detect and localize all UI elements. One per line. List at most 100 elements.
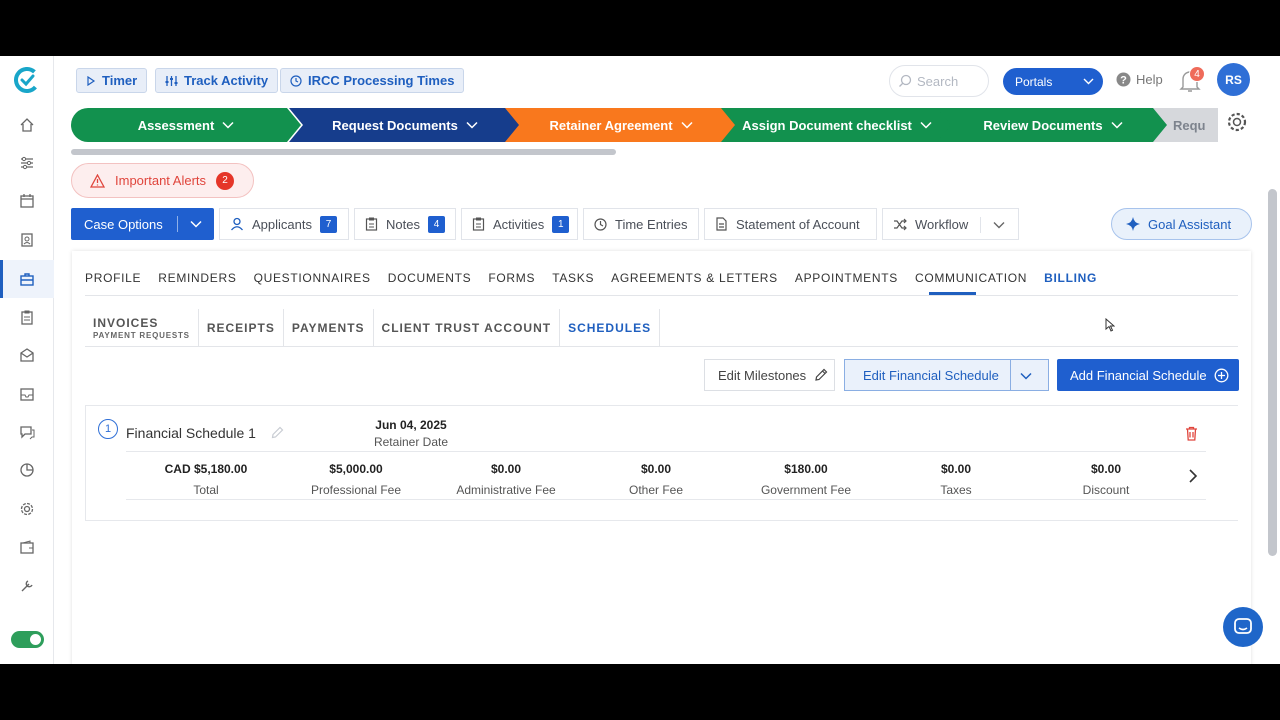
chat-icon[interactable] <box>17 422 37 442</box>
vertical-scrollbar[interactable] <box>1268 189 1277 556</box>
chevron-down-icon <box>681 121 693 129</box>
subtab-invoices[interactable]: INVOICES PAYMENT REQUESTS <box>85 309 199 346</box>
important-alerts-button[interactable]: Important Alerts 2 <box>71 163 254 198</box>
subtab-invoices-label: INVOICES <box>93 315 159 330</box>
stage-label: Request Documents <box>332 117 458 133</box>
notes-icon <box>365 217 378 231</box>
search-placeholder: Search <box>917 73 959 89</box>
divider <box>1010 360 1011 390</box>
applicants-button[interactable]: Applicants 7 <box>219 208 349 240</box>
tab-profile[interactable]: PROFILE <box>85 271 141 285</box>
add-financial-schedule-button[interactable]: Add Financial Schedule <box>1057 359 1239 391</box>
app-screen: Timer Track Activity IRCC Processing Tim… <box>0 56 1280 664</box>
calendar-icon[interactable] <box>17 191 37 211</box>
stage-retainer-agreement[interactable]: Retainer Agreement <box>505 108 737 142</box>
gear-icon[interactable] <box>1226 111 1248 133</box>
mode-toggle[interactable] <box>11 631 44 648</box>
edit-milestones-button[interactable]: Edit Milestones <box>704 359 835 391</box>
chevron-down-icon <box>190 220 202 228</box>
contacts-icon[interactable] <box>17 230 37 250</box>
home-icon[interactable] <box>17 115 37 135</box>
wallet-icon[interactable] <box>17 537 37 557</box>
stage-label: Assign Document checklist <box>742 117 912 133</box>
fee-label: Total <box>193 483 219 497</box>
stage-assessment[interactable]: Assessment <box>71 108 301 142</box>
financial-schedule-card: 1 Financial Schedule 1 Jun 04, 2025 Reta… <box>85 405 1238 521</box>
stage-label: Requ <box>1173 117 1206 133</box>
chevron-right-icon[interactable] <box>1187 468 1199 484</box>
activities-icon <box>472 217 485 231</box>
trash-icon[interactable] <box>1185 426 1198 441</box>
clipboard-icon[interactable] <box>17 307 37 327</box>
alerts-label: Important Alerts <box>115 173 207 188</box>
pencil-icon[interactable] <box>271 426 284 439</box>
edit-financial-schedule-button[interactable]: Edit Financial Schedule <box>844 359 1049 391</box>
divider <box>126 451 1206 452</box>
chat-launcher-button[interactable] <box>1223 607 1263 647</box>
tab-appointments[interactable]: APPOINTMENTS <box>795 271 898 285</box>
stage-review-documents[interactable]: Review Documents <box>937 108 1169 142</box>
clock-icon <box>594 217 607 231</box>
stage-assign-document-checklist[interactable]: Assign Document checklist <box>721 108 953 142</box>
tab-reminders[interactable]: REMINDERS <box>158 271 236 285</box>
tab-forms[interactable]: FORMS <box>488 271 535 285</box>
avatar[interactable]: RS <box>1217 63 1250 96</box>
alerts-count-badge: 2 <box>216 171 235 190</box>
sliders-icon[interactable] <box>17 153 37 173</box>
chevron-down-icon <box>222 121 234 129</box>
tab-billing[interactable]: BILLING <box>1044 271 1097 285</box>
document-icon <box>716 217 727 231</box>
notification-badge: 4 <box>1189 66 1205 82</box>
fee-label: Other Fee <box>628 483 684 497</box>
tab-tasks[interactable]: TASKS <box>552 271 594 285</box>
chevron-down-icon <box>993 222 1005 229</box>
goal-assistant-label: Goal Assistant <box>1148 216 1232 232</box>
pencil-icon <box>815 368 828 381</box>
processing-times-label: IRCC Processing Times <box>308 73 455 88</box>
app-logo-icon[interactable] <box>14 67 40 93</box>
inbox-icon[interactable] <box>17 384 37 404</box>
mail-open-icon[interactable] <box>17 345 37 365</box>
horizontal-scrollbar[interactable] <box>71 149 616 155</box>
processing-times-button[interactable]: IRCC Processing Times <box>280 68 465 93</box>
chevron-down-icon[interactable] <box>1019 369 1033 383</box>
pie-chart-icon[interactable] <box>17 460 37 480</box>
workflow-dropdown[interactable]: Workflow <box>882 208 1019 240</box>
goal-assistant-button[interactable]: Goal Assistant <box>1111 208 1252 240</box>
subtab-payments-label: PAYMENTS <box>291 320 365 335</box>
notes-label: Notes <box>386 216 420 232</box>
fee-item: $0.00 Administrative Fee <box>431 462 581 497</box>
retainer-date-value: Jun 04, 2025 <box>375 418 447 432</box>
timer-button[interactable]: Timer <box>76 68 148 93</box>
tab-agreements-letters[interactable]: AGREEMENTS & LETTERS <box>611 271 778 285</box>
notes-button[interactable]: Notes 4 <box>354 208 456 240</box>
subtab-receipts[interactable]: RECEIPTS <box>199 309 284 346</box>
time-entries-button[interactable]: Time Entries <box>583 208 699 240</box>
tab-communication[interactable]: COMMUNICATION <box>915 271 1027 285</box>
search-icon <box>899 74 912 87</box>
track-activity-label: Track Activity <box>184 73 269 88</box>
divider <box>85 346 1238 347</box>
subtab-payments[interactable]: PAYMENTS <box>284 309 374 346</box>
settings-icon[interactable] <box>17 499 37 519</box>
stage-request-documents[interactable]: Request Documents <box>289 108 521 142</box>
case-options-button[interactable]: Case Options <box>71 208 214 240</box>
tab-documents[interactable]: DOCUMENTS <box>388 271 472 285</box>
subtab-client-trust-account[interactable]: CLIENT TRUST ACCOUNT <box>374 309 561 346</box>
activities-button[interactable]: Activities 1 <box>461 208 578 240</box>
tools-icon[interactable] <box>17 576 37 596</box>
statement-of-account-button[interactable]: Statement of Account <box>704 208 877 240</box>
tab-questionnaires[interactable]: QUESTIONNAIRES <box>254 271 371 285</box>
stage-label: Review Documents <box>983 117 1103 133</box>
briefcase-icon[interactable] <box>17 269 37 289</box>
fee-value: $5,000.00 <box>329 462 383 476</box>
search-input[interactable]: Search <box>889 65 989 97</box>
help-link[interactable]: ? Help <box>1116 72 1163 87</box>
subtab-invoices-sublabel: PAYMENT REQUESTS <box>93 330 190 340</box>
add-schedule-label: Add Financial Schedule <box>1070 367 1207 383</box>
subtab-schedules[interactable]: SCHEDULES <box>560 309 661 346</box>
retainer-date-label: Retainer Date <box>373 435 449 449</box>
portals-dropdown[interactable]: Portals <box>1003 68 1103 95</box>
track-activity-button[interactable]: Track Activity <box>155 68 279 93</box>
fee-value: $180.00 <box>784 462 828 476</box>
